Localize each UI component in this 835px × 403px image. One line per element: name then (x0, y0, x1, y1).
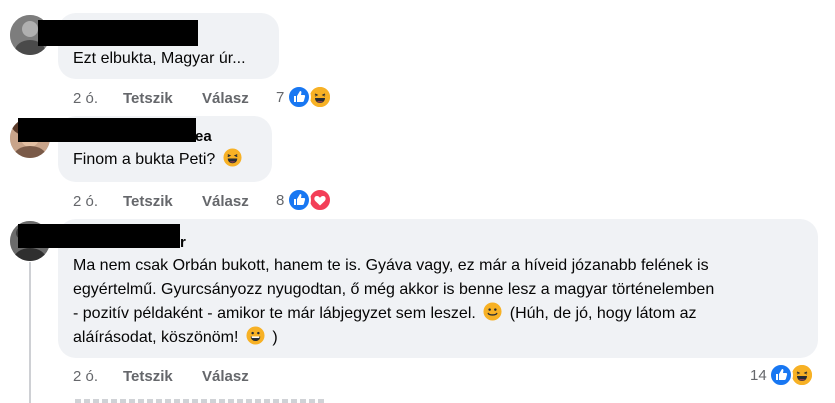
love-icon (308, 188, 332, 212)
comment-text: Ma nem csak Orbán bukott, hanem te is. G… (73, 254, 813, 350)
reply-button[interactable]: Válasz (202, 193, 249, 210)
commenter-name-fragment[interactable]: r (180, 234, 186, 251)
redacted-name (18, 224, 180, 248)
comment-text: Finom a bukta Peti? (73, 148, 242, 172)
reaction-count[interactable]: 14 (750, 367, 767, 384)
comment-line: (Húh, de jó, hogy látom az (509, 305, 697, 322)
reply-button[interactable]: Válasz (202, 368, 249, 385)
comment-line: egyértelmű. Gyurcsányozz nyugodtan, ő mé… (73, 281, 715, 298)
timestamp[interactable]: 2 ó. (73, 368, 98, 385)
comment-line: aláírásodat, köszönöm! (73, 329, 239, 346)
grinning-squinting-emoji (223, 148, 242, 167)
like-icon (287, 85, 311, 109)
redacted-name (18, 118, 196, 142)
comment-actions: 2 ó. Tetszik Válasz (73, 90, 273, 110)
thread-line (29, 262, 31, 403)
comment-line: - pozitív példaként - amikor te már lábj… (73, 305, 476, 322)
timestamp[interactable]: 2 ó. (73, 193, 98, 210)
comment-actions: 2 ó. Tetszik Válasz (73, 193, 273, 213)
like-button[interactable]: Tetszik (123, 193, 173, 210)
comment-line: Ma nem csak Orbán bukott, hanem te is. G… (73, 257, 709, 274)
like-icon (769, 363, 793, 387)
comment-line-with-emoji: - pozitív példaként - amikor te már lábj… (73, 302, 813, 326)
like-button[interactable]: Tetszik (123, 368, 173, 385)
smiling-emoji (483, 302, 502, 321)
reaction-count[interactable]: 7 (276, 89, 284, 106)
truncated-next-line (75, 399, 325, 403)
reaction-count[interactable]: 8 (276, 192, 284, 209)
comment-text: Ezt elbukta, Magyar úr... (73, 50, 246, 67)
timestamp[interactable]: 2 ó. (73, 90, 98, 107)
comment-actions: 2 ó. Tetszik Válasz (73, 368, 273, 388)
like-icon (287, 188, 311, 212)
comment-line-with-emoji: aláírásodat, köszönöm! ) (73, 326, 813, 350)
grinning-emoji (246, 326, 265, 345)
comment-line: ) (272, 329, 278, 346)
comment-text-content: Finom a bukta Peti? (73, 151, 216, 168)
reply-button[interactable]: Válasz (202, 90, 249, 107)
haha-icon (308, 85, 332, 109)
like-button[interactable]: Tetszik (123, 90, 173, 107)
haha-icon (790, 363, 814, 387)
commenter-name-fragment[interactable]: ea (195, 128, 212, 145)
redacted-name (38, 20, 198, 46)
